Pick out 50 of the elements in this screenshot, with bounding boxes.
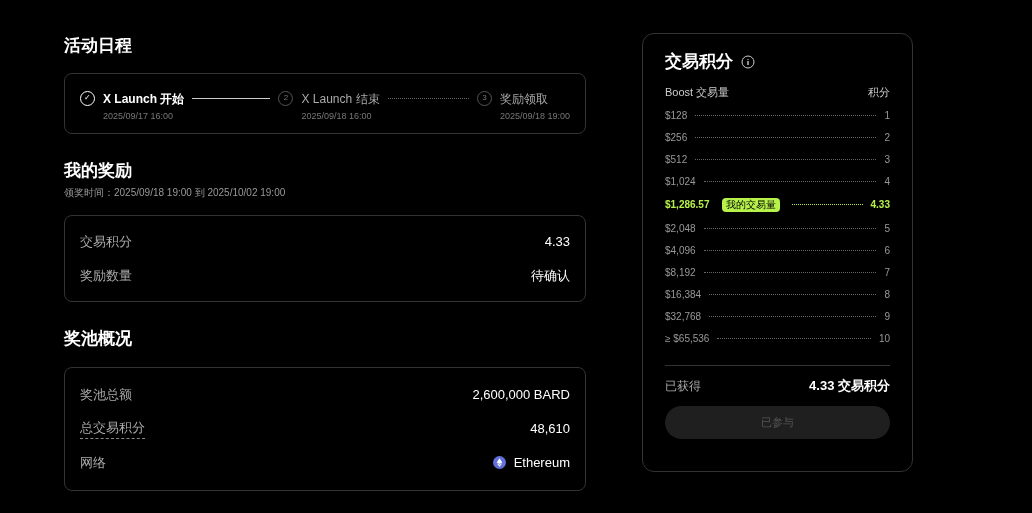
section-title: 活动日程 bbox=[64, 35, 133, 57]
info-icon[interactable] bbox=[741, 54, 755, 69]
step-time: 2025/09/17 16:00 bbox=[103, 109, 175, 123]
row-label: 交易积分 bbox=[80, 233, 132, 251]
step-label: 奖励领取 bbox=[499, 90, 549, 108]
earned-label: 已获得 bbox=[665, 377, 701, 395]
my-volume-badge: 我的交易量 bbox=[721, 197, 780, 212]
row-label: 奖池总额 bbox=[80, 385, 132, 404]
tier-volume: $16,384 bbox=[665, 287, 702, 302]
section-title: 奖池概况 bbox=[64, 328, 133, 350]
row-label: 奖励数量 bbox=[80, 266, 132, 285]
tier-points: 4 bbox=[884, 174, 890, 189]
tier-volume: $8,192 bbox=[665, 265, 696, 280]
row-value: 4.33 bbox=[544, 233, 570, 251]
earned-value: 4.33 交易积分 bbox=[809, 377, 890, 395]
step-time: 2025/09/18 19:00 bbox=[499, 109, 570, 123]
tier-volume: $512 bbox=[665, 152, 688, 167]
tier-points: 6 bbox=[884, 243, 890, 258]
tier-volume: $1,286.57 bbox=[665, 198, 710, 212]
section-title: 我的奖励 bbox=[64, 159, 133, 182]
column-header: Boost 交易量 bbox=[665, 84, 730, 100]
ethereum-icon bbox=[492, 455, 506, 469]
row-value: 2,600,000 BARD bbox=[472, 385, 570, 404]
row-value: 48,610 bbox=[530, 419, 570, 438]
tier-points: 7 bbox=[884, 265, 890, 280]
tier-volume: $128 bbox=[665, 108, 688, 123]
tier-points: 5 bbox=[884, 221, 890, 236]
step-label: X Launch 开始 bbox=[103, 90, 185, 108]
tier-volume: ≥ $65,536 bbox=[665, 331, 710, 346]
row-label: 网络 bbox=[80, 453, 106, 472]
tier-points: 4.33 bbox=[870, 198, 890, 212]
row-value: Ethereum bbox=[513, 453, 570, 472]
tier-volume: $2,048 bbox=[665, 221, 696, 236]
tier-points: 9 bbox=[884, 309, 890, 324]
tier-points: 1 bbox=[884, 108, 890, 123]
column-header: 积分 bbox=[868, 84, 890, 100]
tier-points: 3 bbox=[884, 152, 890, 167]
tier-volume: $256 bbox=[665, 130, 688, 145]
card-title: 交易积分 bbox=[665, 51, 733, 73]
tier-volume: $4,096 bbox=[665, 243, 696, 258]
row-value: 待确认 bbox=[531, 266, 570, 285]
row-label: 总交易积分 bbox=[80, 418, 145, 439]
tier-volume: $1,024 bbox=[665, 174, 696, 189]
tier-points: 2 bbox=[884, 130, 890, 145]
tier-volume: $32,768 bbox=[665, 309, 702, 324]
claim-period: 领奖时间：2025/09/18 19:00 到 2025/10/02 19:00 bbox=[64, 186, 287, 200]
step-label: X Launch 结束 bbox=[301, 90, 380, 108]
step-time: 2025/09/18 16:00 bbox=[301, 109, 373, 123]
tier-points: 8 bbox=[884, 287, 890, 302]
tier-points: 10 bbox=[878, 331, 890, 346]
